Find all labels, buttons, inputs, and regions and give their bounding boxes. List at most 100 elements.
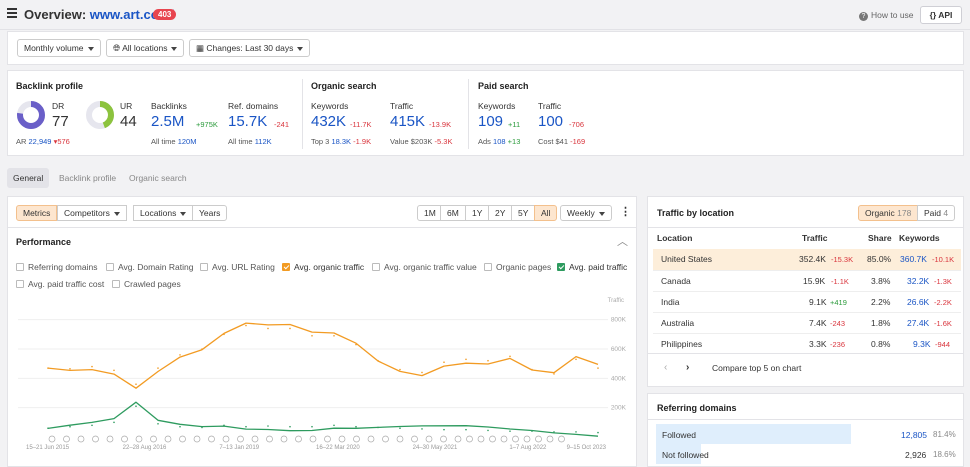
ar-value[interactable]: 22,949 — [29, 137, 52, 146]
range-2y[interactable]: 2Y — [488, 205, 513, 221]
table-row[interactable]: Canada 15.9K -1.1K 3.8% 32.2K -1.3K — [653, 270, 961, 291]
divider — [468, 79, 469, 149]
keywords-value[interactable]: 26.6K — [907, 292, 929, 313]
x-tick-label: 15–21 Jun 2015 — [26, 445, 70, 451]
organic-traffic-value[interactable]: 415K — [390, 113, 425, 130]
annotation-marker — [193, 435, 201, 443]
data-point — [465, 358, 467, 361]
organic-traffic-label: Traffic — [390, 101, 414, 111]
range-1y[interactable]: 1Y — [465, 205, 490, 221]
checkbox-label: Avg. organic traffic value — [384, 262, 477, 272]
question-icon: ? — [859, 12, 868, 21]
col-share-header[interactable]: Share — [868, 233, 892, 243]
paid-keywords-label: Keywords — [478, 101, 516, 111]
checkbox-crawled-pages[interactable]: Crawled pages — [112, 279, 181, 289]
range-all[interactable]: All — [534, 205, 558, 221]
tab-organic-search[interactable]: Organic search — [123, 168, 193, 188]
data-point — [333, 424, 335, 427]
range-1m[interactable]: 1M — [417, 205, 443, 221]
top3-change: -1.9K — [353, 137, 372, 146]
keywords-value[interactable]: 32.2K — [907, 271, 929, 292]
years-toggle[interactable]: Years — [192, 205, 228, 221]
checkbox-avg-organic-traffic[interactable]: Avg. organic traffic — [282, 262, 364, 272]
data-point — [201, 426, 203, 429]
range-6m[interactable]: 6M — [440, 205, 466, 221]
tab-general[interactable]: General — [7, 168, 50, 188]
col-keywords-header[interactable]: Keywords — [899, 233, 940, 243]
compare-top5-link[interactable]: Compare top 5 on chart — [712, 363, 801, 373]
locations-dropdown[interactable]: 🌐︎ All locations — [106, 39, 185, 57]
organic-toggle[interactable]: Organic 178 — [858, 205, 919, 221]
table-row[interactable]: United States 352.4K -15.3K 85.0% 360.7K… — [653, 249, 961, 270]
table-row[interactable]: India 9.1K +419 2.2% 26.6K -2.2K — [653, 291, 961, 312]
keywords-value[interactable]: 27.4K — [907, 313, 929, 334]
tab-backlink-profile[interactable]: Backlink profile — [53, 168, 122, 188]
ads-value[interactable]: 108 — [493, 137, 506, 146]
location-name: Philippines — [661, 339, 703, 349]
range-5y[interactable]: 5Y — [511, 205, 536, 221]
paid-toggle[interactable]: Paid 4 — [917, 205, 956, 221]
refdomains-alltime-value[interactable]: 112K — [255, 137, 272, 146]
col-traffic-header[interactable]: Traffic — [802, 233, 828, 243]
checkbox-avg-url-rating[interactable]: Avg. URL Rating — [200, 262, 275, 272]
data-point — [289, 425, 291, 428]
list-item[interactable]: Not followed 2,926 18.6% — [656, 444, 956, 464]
caret-down-icon — [297, 46, 304, 51]
volume-mode-dropdown[interactable]: Monthly volume — [17, 39, 101, 57]
performance-chart[interactable]: Traffic 800K 600K 400K 200K 15–21 Jun 2015 22–… — [8, 293, 636, 467]
data-point — [553, 373, 555, 375]
data-point — [597, 367, 599, 369]
chevron-right-icon[interactable]: › — [686, 362, 689, 373]
data-point — [377, 359, 379, 362]
ads-label: Ads — [478, 137, 491, 146]
vertical-dots-icon[interactable]: ⋮ — [620, 206, 631, 218]
locations-chart-dropdown[interactable]: Locations — [133, 205, 194, 221]
granularity-dropdown[interactable]: Weekly — [560, 205, 612, 221]
traffic-value: 15.9K — [803, 276, 826, 286]
checkbox-label: Referring domains — [28, 262, 98, 272]
traffic-value: 7.4K — [809, 318, 827, 328]
checkbox-avg-paid-traffic[interactable]: Avg. paid traffic — [557, 262, 627, 272]
how-to-use-link[interactable]: ? How to use — [859, 10, 914, 21]
backlinks-alltime-value[interactable]: 120M — [178, 137, 197, 146]
followed-value[interactable]: 12,805 — [901, 430, 927, 440]
paid-keywords-value[interactable]: 109 — [478, 113, 503, 130]
paid-keywords-change: +11 — [508, 120, 521, 129]
annotation-marker — [353, 435, 360, 443]
refdomains-value[interactable]: 15.7K — [228, 113, 267, 130]
chevron-up-icon[interactable]: ︿ — [617, 233, 628, 249]
checkbox-organic-pages[interactable]: Organic pages — [484, 262, 551, 272]
chevron-left-icon[interactable]: ‹ — [664, 362, 667, 373]
metrics-toggle[interactable]: Metrics — [16, 205, 58, 221]
top3-value[interactable]: 18.3K — [331, 137, 351, 146]
changes-dropdown[interactable]: ▦ Changes: Last 30 days — [189, 39, 311, 57]
menu-icon[interactable] — [7, 8, 17, 18]
annotation-marker — [558, 435, 565, 443]
backlinks-alltime-label: All time — [151, 137, 176, 146]
ar-row: AR 22,949 ▾576 — [16, 137, 70, 146]
globe-icon: 🌐︎ — [113, 43, 121, 53]
performance-panel: Metrics Competitors Locations Years 1M 6… — [7, 196, 637, 467]
backlinks-value[interactable]: 2.5M — [151, 113, 184, 130]
checkbox-avg-organic-traffic-value[interactable]: Avg. organic traffic value — [372, 262, 477, 272]
table-row[interactable]: Philippines 3.3K -236 0.8% 9.3K -944 — [653, 333, 961, 354]
col-location-header[interactable]: Location — [657, 233, 692, 243]
table-row[interactable]: Australia 7.4K -243 1.8% 27.4K -1.6K — [653, 312, 961, 333]
changes-label: Changes: Last 30 days — [206, 43, 294, 53]
keywords-value[interactable]: 9.3K — [913, 334, 931, 355]
checkbox-avg-domain-rating[interactable]: Avg. Domain Rating — [106, 262, 193, 272]
data-point — [509, 430, 511, 432]
data-point — [113, 421, 115, 424]
not-followed-value: 2,926 — [905, 450, 927, 460]
competitors-dropdown[interactable]: Competitors — [57, 205, 127, 221]
data-point — [487, 359, 489, 362]
checkbox-referring-domains[interactable]: Referring domains — [16, 262, 97, 272]
organic-keywords-value[interactable]: 432K — [311, 113, 346, 130]
x-tick-label: 9–15 Oct 2023 — [567, 445, 607, 451]
paid-traffic-value[interactable]: 100 — [538, 113, 563, 130]
x-tick-label: 7–13 Jan 2019 — [219, 445, 259, 451]
list-item[interactable]: Followed 12,805 81.4% — [656, 424, 956, 444]
api-button[interactable]: {} API — [920, 6, 962, 24]
checkbox-avg-paid-traffic-cost[interactable]: Avg. paid traffic cost — [16, 279, 104, 289]
keywords-value[interactable]: 360.7K — [900, 249, 927, 270]
